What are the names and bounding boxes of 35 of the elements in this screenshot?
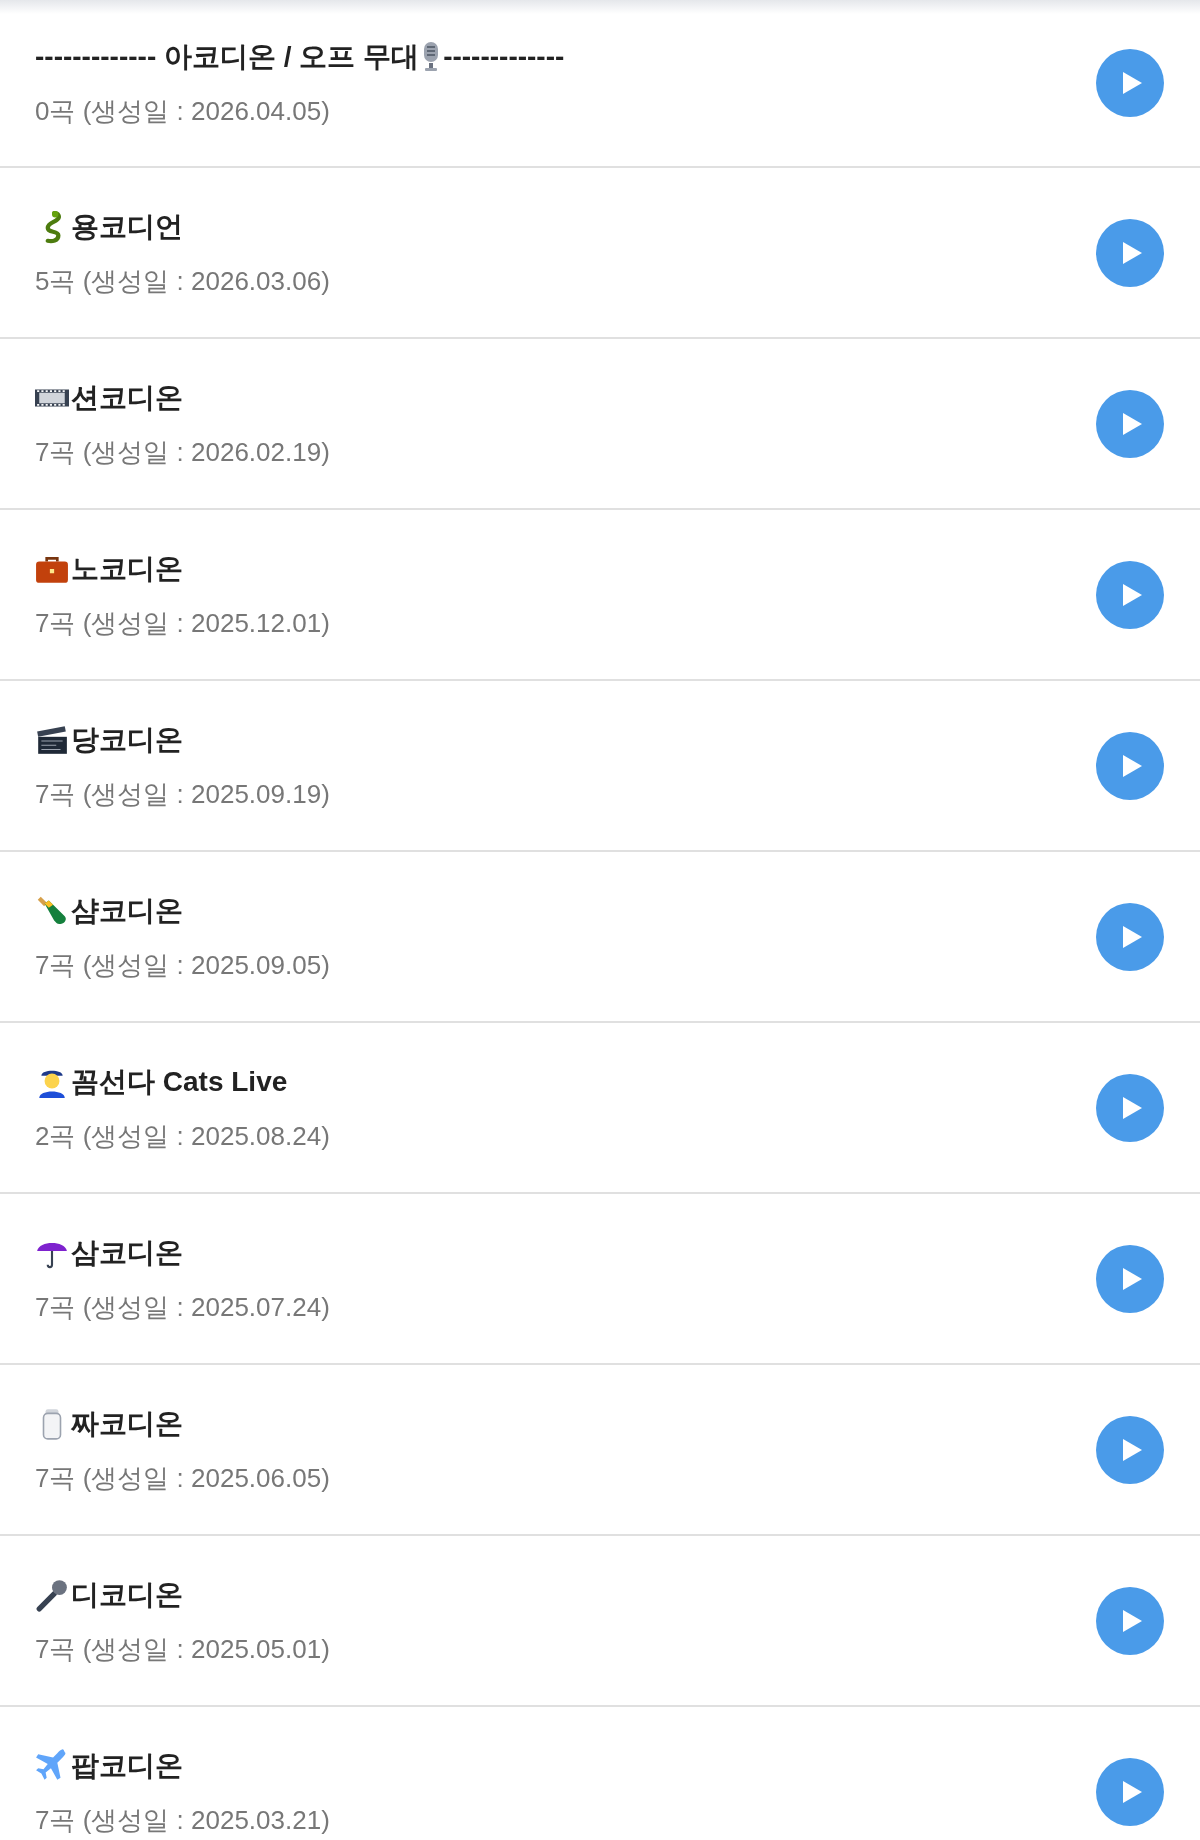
play-icon bbox=[1121, 1608, 1143, 1633]
playlist-title: ------------- 아코디온 / 오프 무대 bbox=[35, 40, 420, 74]
playlist-info: 7곡 (생성일 : 2025.07.24) bbox=[35, 1290, 330, 1324]
playlist-info: 7곡 (생성일 : 2025.12.01) bbox=[35, 606, 330, 640]
playlist-title: ------------- bbox=[443, 40, 565, 74]
playlist-title: 션코디온 bbox=[71, 380, 183, 415]
play-icon bbox=[1121, 753, 1143, 778]
playlist-info: 2곡 (생성일 : 2025.08.24) bbox=[35, 1119, 330, 1153]
play-icon bbox=[1121, 1779, 1143, 1804]
play-icon bbox=[1121, 924, 1143, 949]
playlist-title: 짜코디온 bbox=[71, 1406, 183, 1441]
microphone-icon bbox=[35, 1577, 69, 1612]
play-icon bbox=[1121, 71, 1143, 95]
playlist-title: 삼코디온 bbox=[71, 1235, 183, 1270]
play-icon bbox=[1121, 1437, 1143, 1462]
playlist-title: 팝코디온 bbox=[71, 1748, 183, 1783]
playlist-info: 7곡 (생성일 : 2026.02.19) bbox=[35, 435, 330, 469]
play-icon bbox=[1121, 582, 1143, 607]
playlist-info: 7곡 (생성일 : 2025.09.19) bbox=[35, 777, 330, 811]
playlist-info: 7곡 (생성일 : 2025.09.05) bbox=[35, 948, 330, 982]
play-icon bbox=[1121, 240, 1143, 265]
playlist-info: 7곡 (생성일 : 2025.03.21) bbox=[35, 1803, 330, 1837]
playlist-title: 샴코디온 bbox=[71, 893, 183, 928]
playlist-info: 7곡 (생성일 : 2025.06.05) bbox=[35, 1461, 330, 1495]
playlist-title: 용코디언 bbox=[71, 209, 183, 244]
playlist-title: 당코디온 bbox=[71, 722, 183, 757]
playlist-info: 7곡 (생성일 : 2025.05.01) bbox=[35, 1632, 330, 1666]
playlist-title: 노코디온 bbox=[71, 551, 183, 586]
playlist-title: 꼼선다 Cats Live bbox=[71, 1064, 288, 1099]
playlist-info: 5곡 (생성일 : 2026.03.06) bbox=[35, 264, 330, 298]
play-icon bbox=[1121, 1095, 1143, 1120]
playlist-info: 0곡 (생성일 : 2026.04.05) bbox=[35, 95, 331, 128]
playlist-title: 디코디온 bbox=[71, 1577, 183, 1612]
play-icon bbox=[1121, 1266, 1143, 1291]
play-icon bbox=[1121, 411, 1143, 436]
